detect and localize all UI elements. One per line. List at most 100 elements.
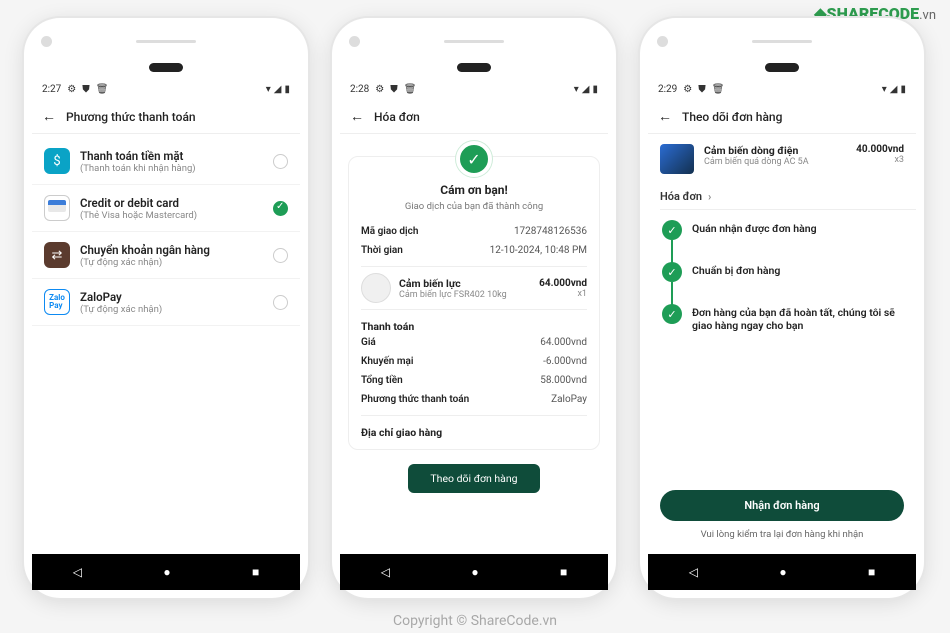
trash-icon: 🗑: [404, 84, 417, 95]
battery-icon: ▮: [592, 84, 598, 95]
thank-you-subtitle: Giao dịch của bạn đã thành công: [405, 201, 543, 212]
address-section-heading: Địa chỉ giao hàng: [361, 426, 442, 439]
pm-title: Chuyển khoản ngân hàng: [80, 243, 263, 257]
product-title: Cảm biến lực: [399, 277, 531, 290]
check-dot-icon: ✓: [662, 304, 682, 324]
pm-title: Credit or debit card: [80, 196, 263, 210]
payment-method-zalopay[interactable]: ZaloPay ZaloPay(Tự động xác nhận): [32, 279, 300, 326]
android-nav: ◁ ● ■: [648, 554, 916, 590]
zalopay-icon: ZaloPay: [44, 289, 70, 315]
pm-subtitle: (Tự động xác nhận): [80, 257, 263, 268]
receive-order-button[interactable]: Nhận đơn hàng: [660, 490, 904, 521]
timeline-step: ✓ Đơn hàng của bạn đã hoàn tất, chúng tô…: [662, 304, 902, 354]
nav-back-icon[interactable]: ◁: [73, 565, 82, 579]
invoice-link[interactable]: Hóa đơn ›: [648, 184, 916, 209]
status-bar: 2:27 ⚙ ⛊ 🗑 ▾◢▮: [32, 78, 300, 100]
gear-icon: ⚙: [683, 84, 692, 95]
radio-unchecked[interactable]: [273, 248, 288, 263]
payment-method-bank[interactable]: ⇄ Chuyển khoản ngân hàng(Tự động xác nhậ…: [32, 232, 300, 279]
phone-order-tracking: 2:29⚙⛊🗑 ▾◢▮ ← Theo dõi đơn hàng Cảm biến…: [640, 18, 924, 598]
nav-recent-icon[interactable]: ■: [868, 565, 875, 579]
product-price: 40.000vnd: [856, 144, 904, 155]
step-text: Quán nhận được đơn hàng: [692, 220, 817, 240]
payment-section-heading: Thanh toán: [361, 320, 414, 333]
status-bar: 2:29⚙⛊🗑 ▾◢▮: [648, 78, 916, 100]
row-value: 64.000vnd: [540, 337, 587, 348]
success-check-icon: ✓: [456, 141, 492, 177]
android-nav: ◁ ● ■: [32, 554, 300, 590]
app-bar: ← Theo dõi đơn hàng: [648, 100, 916, 134]
product-row: Cảm biến dòng điện Cảm biến quá dòng AC …: [648, 134, 916, 184]
signal-icon: ◢: [274, 84, 282, 95]
thank-you-title: Cám ơn bạn!: [440, 183, 507, 197]
trash-icon: 🗑: [712, 84, 725, 95]
pm-subtitle: (Thẻ Visa hoặc Mastercard): [80, 210, 263, 221]
wifi-icon: ▾: [574, 84, 579, 95]
gear-icon: ⚙: [67, 84, 76, 95]
row-label: Phương thức thanh toán: [361, 394, 469, 405]
payment-method-list: $ Thanh toán tiền mặt(Thanh toán khi nhậ…: [32, 134, 300, 554]
app-bar: ← Hóa đơn: [340, 100, 608, 134]
back-icon[interactable]: ←: [350, 108, 364, 125]
wifi-icon: ▾: [266, 84, 271, 95]
status-bar: 2:28⚙⛊🗑 ▾◢▮: [340, 78, 608, 100]
time-value: 12-10-2024, 10:48 PM: [490, 245, 587, 256]
nav-recent-icon[interactable]: ■: [560, 565, 567, 579]
bank-icon: ⇄: [44, 242, 70, 268]
nav-home-icon[interactable]: ●: [163, 565, 170, 579]
pm-title: Thanh toán tiền mặt: [80, 149, 263, 163]
product-image: [660, 144, 694, 174]
payment-method-card[interactable]: Credit or debit card(Thẻ Visa hoặc Maste…: [32, 185, 300, 232]
clock: 2:27: [42, 84, 61, 95]
radio-unchecked[interactable]: [273, 154, 288, 169]
row-label: Giá: [361, 337, 376, 348]
signal-icon: ◢: [890, 84, 898, 95]
nav-recent-icon[interactable]: ■: [252, 565, 259, 579]
nav-home-icon[interactable]: ●: [471, 565, 478, 579]
back-icon[interactable]: ←: [658, 108, 672, 125]
battery-icon: ▮: [284, 84, 290, 95]
appbar-title: Theo dõi đơn hàng: [682, 110, 782, 124]
pm-subtitle: (Tự động xác nhận): [80, 304, 263, 315]
back-icon[interactable]: ←: [42, 108, 56, 125]
track-order-button[interactable]: Theo dõi đơn hàng: [408, 464, 539, 493]
step-text: Chuẩn bị đơn hàng: [692, 262, 780, 282]
product-row: Cảm biến lực Cảm biến lực FSR402 10kg 64…: [361, 273, 587, 303]
product-subtitle: Cảm biến quá dòng AC 5A: [704, 157, 846, 167]
trash-icon: 🗑: [96, 84, 109, 95]
row-label: Khuyến mại: [361, 356, 414, 367]
cash-icon: $: [44, 148, 70, 174]
txid-value: 1728748126536: [514, 226, 587, 237]
nav-back-icon[interactable]: ◁: [381, 565, 390, 579]
timeline-step: ✓ Chuẩn bị đơn hàng: [662, 262, 902, 304]
app-bar: ← Phương thức thanh toán: [32, 100, 300, 134]
product-qty: x3: [856, 155, 904, 165]
pm-title: ZaloPay: [80, 290, 263, 304]
txid-label: Mã giao dịch: [361, 226, 418, 237]
step-text: Đơn hàng của bạn đã hoàn tất, chúng tôi …: [692, 304, 902, 332]
android-nav: ◁ ● ■: [340, 554, 608, 590]
radio-checked[interactable]: [273, 201, 288, 216]
radio-unchecked[interactable]: [273, 295, 288, 310]
nav-back-icon[interactable]: ◁: [689, 565, 698, 579]
product-title: Cảm biến dòng điện: [704, 144, 846, 157]
timeline-step: ✓ Quán nhận được đơn hàng: [662, 220, 902, 262]
invoice-content: ✓ Cám ơn bạn! Giao dịch của bạn đã thành…: [340, 134, 608, 554]
signal-icon: ◢: [582, 84, 590, 95]
product-image: [361, 273, 391, 303]
row-label: Tổng tiền: [361, 375, 403, 386]
row-value: -6.000vnd: [543, 356, 587, 367]
row-value: ZaloPay: [551, 394, 587, 405]
row-value: 58.000vnd: [540, 375, 587, 386]
clock: 2:28: [350, 84, 369, 95]
product-qty: x1: [539, 289, 587, 299]
invoice-link-label: Hóa đơn: [660, 190, 702, 203]
nav-home-icon[interactable]: ●: [779, 565, 786, 579]
payment-method-cash[interactable]: $ Thanh toán tiền mặt(Thanh toán khi nhậ…: [32, 138, 300, 185]
pm-subtitle: (Thanh toán khi nhận hàng): [80, 163, 263, 174]
product-price: 64.000vnd: [539, 278, 587, 289]
tracking-footer: Nhận đơn hàng Vui lòng kiểm tra lại đơn …: [648, 480, 916, 554]
receive-note: Vui lòng kiểm tra lại đơn hàng khi nhận: [660, 529, 904, 540]
wifi-icon: ▾: [882, 84, 887, 95]
shield-icon: ⛊: [82, 84, 90, 95]
